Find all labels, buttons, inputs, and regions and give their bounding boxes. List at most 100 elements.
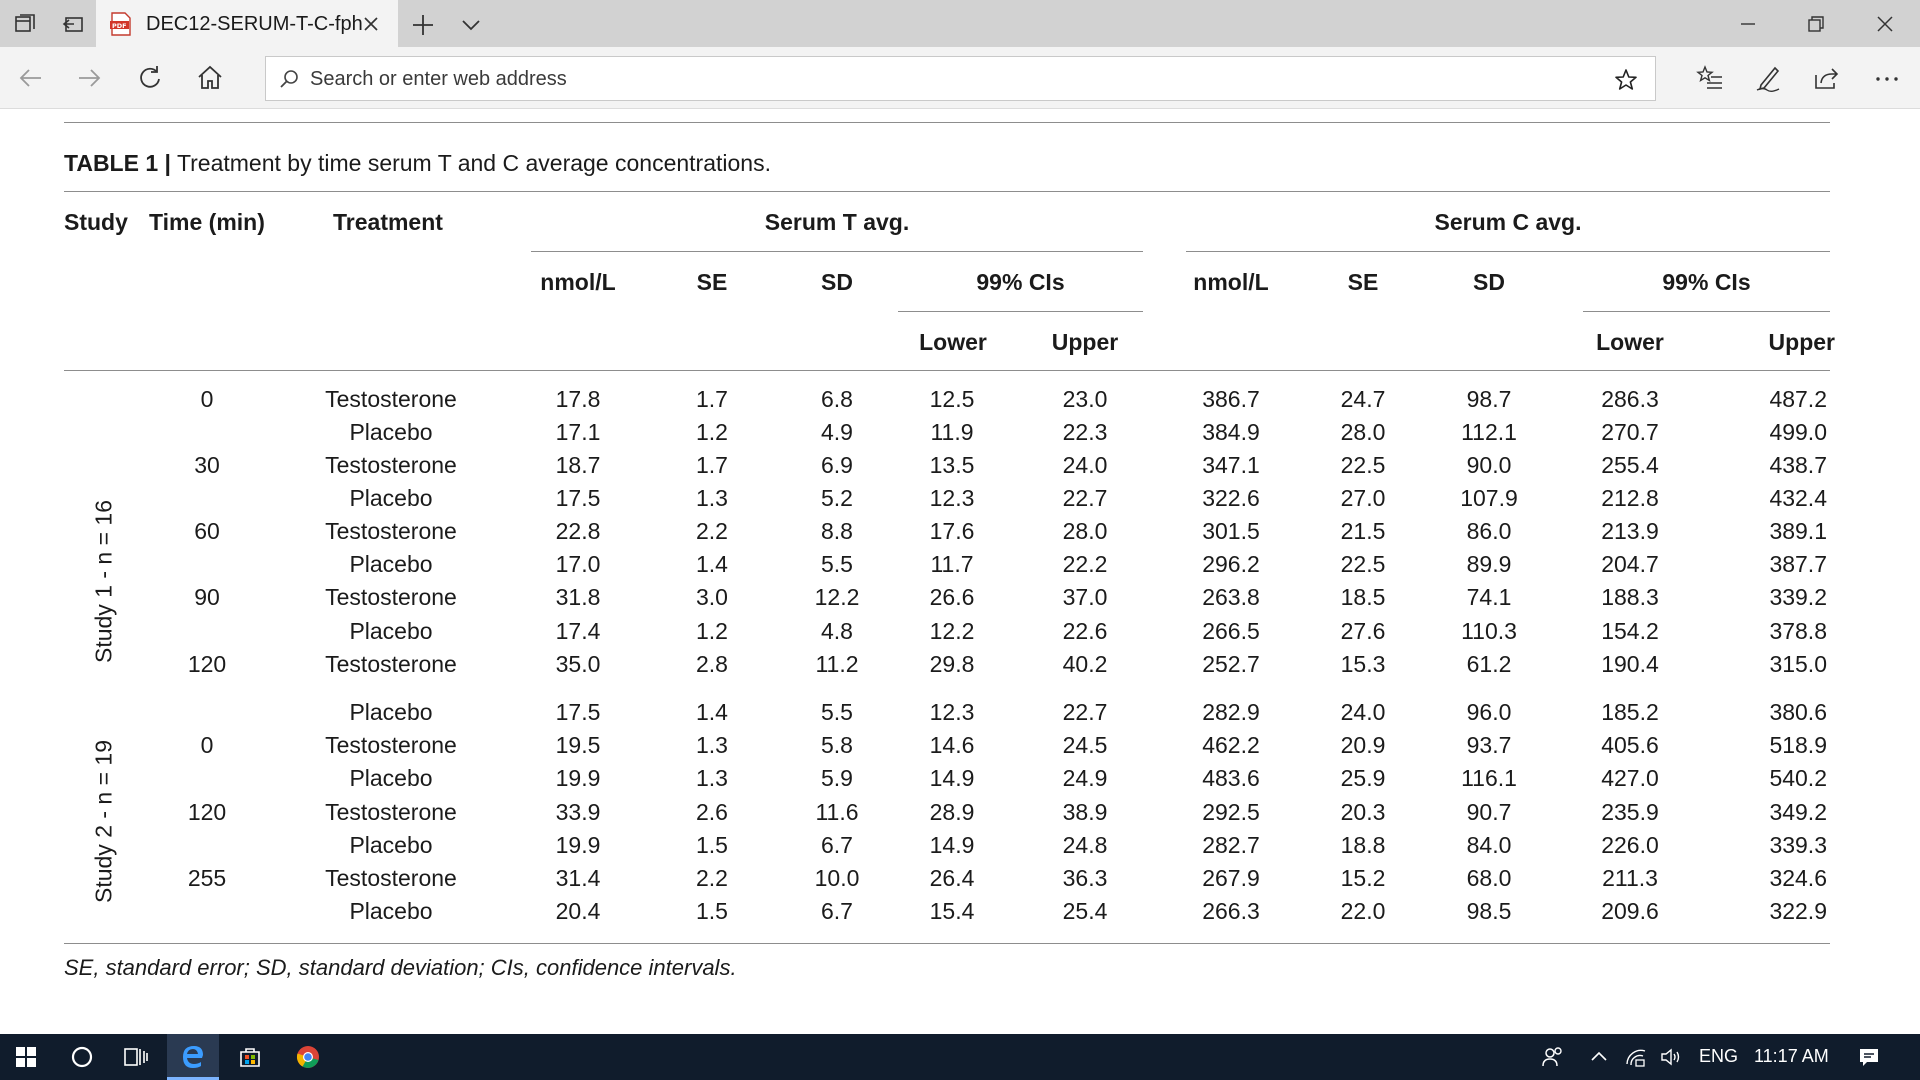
cell-treatment: Placebo [349,485,433,511]
cell-t-upper: 24.9 [1062,765,1108,791]
refresh-icon[interactable] [135,63,165,93]
cell-c-sd: 90.0 [1466,452,1512,478]
cell-c-lower: 286.3 [1601,386,1659,412]
cell-time: 255 [187,865,227,891]
cell-time: 60 [194,518,220,544]
header-t-ci: 99% CIs [976,269,1065,295]
header-c-ci: 99% CIs [1662,269,1751,295]
cell-c-lower: 209.6 [1601,898,1659,924]
browser-tab-active[interactable]: PDF DEC12-SERUM-T-C-fph [96,0,398,47]
cell-c-upper: 349.2 [1769,799,1827,825]
cell-c-lower: 211.3 [1602,865,1658,891]
cell-t-upper: 24.0 [1062,452,1108,478]
more-options-icon[interactable] [1872,63,1902,93]
cell-c-upper: 339.3 [1769,832,1827,858]
cell-c-sd: 112.1 [1461,419,1517,445]
header-c-lower: Lower [1596,329,1664,355]
set-aside-tabs-icon[interactable] [60,11,86,37]
cell-treatment: Testosterone [325,452,457,478]
share-icon[interactable] [1812,63,1842,93]
tab-close-icon[interactable] [360,13,382,35]
chevron-down-icon[interactable] [458,12,484,38]
action-center-icon[interactable] [1843,1034,1895,1080]
cell-c-upper: 499.0 [1769,419,1827,445]
cell-c-sd: 93.7 [1466,732,1512,758]
cell-c-lower: 226.0 [1601,832,1659,858]
cell-c-lower: 213.9 [1601,518,1659,544]
language-indicator[interactable]: ENG [1699,1046,1738,1067]
cell-c-lower: 255.4 [1601,452,1659,478]
edge-browser-icon[interactable] [167,1034,219,1080]
cell-c-lower: 405.6 [1601,732,1659,758]
cell-t-upper: 22.7 [1062,699,1108,725]
header-bottom-rule [64,370,1830,371]
favorites-list-icon[interactable] [1695,63,1725,93]
header-c-nmol: nmol/L [1193,269,1269,295]
cell-c-upper: 540.2 [1769,765,1827,791]
address-bar[interactable]: Search or enter web address [265,56,1656,101]
header-treatment: Treatment [333,209,443,235]
cell-time: 90 [194,584,220,610]
minimize-icon[interactable] [1736,12,1760,36]
cortana-search-icon[interactable] [56,1034,108,1080]
cell-c-upper: 432.4 [1769,485,1827,511]
cell-t-upper: 25.4 [1062,898,1108,924]
table-bottom-rule [64,943,1830,944]
cell-treatment: Testosterone [325,651,457,677]
table-number: TABLE 1 | [64,150,171,176]
cell-c-sd: 107.9 [1460,485,1518,511]
cell-c-lower: 204.7 [1601,551,1659,577]
tab-sets-icon[interactable] [12,11,38,37]
cell-t-upper: 22.2 [1062,551,1108,577]
study-1-label: Study 1 - n = 16 [90,499,117,664]
cell-treatment: Placebo [349,765,433,791]
pen-notes-icon[interactable] [1753,63,1783,93]
header-t-lower: Lower [919,329,987,355]
cell-t-upper: 28.0 [1062,518,1108,544]
cell-treatment: Placebo [349,419,433,445]
serum-t-rule [531,251,1143,252]
cell-c-upper: 380.6 [1769,699,1827,725]
chrome-icon[interactable] [282,1034,334,1080]
cell-treatment: Testosterone [325,584,457,610]
task-view-icon[interactable] [110,1034,162,1080]
close-window-icon[interactable] [1873,12,1897,36]
header-study: Study [64,209,128,235]
header-c-se: SE [1347,269,1379,295]
people-icon[interactable] [1527,1034,1579,1080]
forward-arrow-icon[interactable] [74,63,104,93]
search-icon [278,68,300,90]
restore-icon[interactable] [1804,12,1828,36]
cell-c-sd: 96.0 [1466,699,1512,725]
cell-c-upper: 315.0 [1769,651,1827,677]
cell-treatment: Testosterone [325,518,457,544]
volume-icon[interactable] [1645,1034,1697,1080]
header-t-se: SE [696,269,728,295]
cell-c-upper: 378.8 [1769,618,1827,644]
cell-treatment: Placebo [349,832,433,858]
cell-time: 120 [187,799,227,825]
t-ci-rule [898,311,1143,312]
cell-c-sd: 61.2 [1466,651,1512,677]
new-tab-icon[interactable] [410,12,436,38]
cell-c-sd: 98.7 [1466,386,1512,412]
home-icon[interactable] [195,63,225,93]
cell-t-upper: 22.7 [1062,485,1108,511]
cell-c-lower: 185.2 [1601,699,1659,725]
cell-time: 0 [200,386,214,412]
clock[interactable]: 11:17 AM [1754,1046,1829,1067]
navigation-bar: Search or enter web address [0,47,1920,109]
windows-taskbar: ENG 11:17 AM [0,1034,1920,1080]
back-arrow-icon[interactable] [16,63,46,93]
table-caption: Treatment by time serum T and C average … [170,150,771,176]
cell-c-lower: 188.3 [1601,584,1659,610]
cell-c-upper: 487.2 [1769,386,1827,412]
cell-t-upper: 36.3 [1062,865,1108,891]
store-icon[interactable] [224,1034,276,1080]
cell-time: 0 [200,732,214,758]
cell-time: 120 [187,651,227,677]
windows-start-icon[interactable] [0,1034,52,1080]
favorite-star-icon[interactable] [1613,67,1639,93]
top-rule [64,122,1830,123]
cell-c-sd: 116.1 [1461,765,1517,791]
